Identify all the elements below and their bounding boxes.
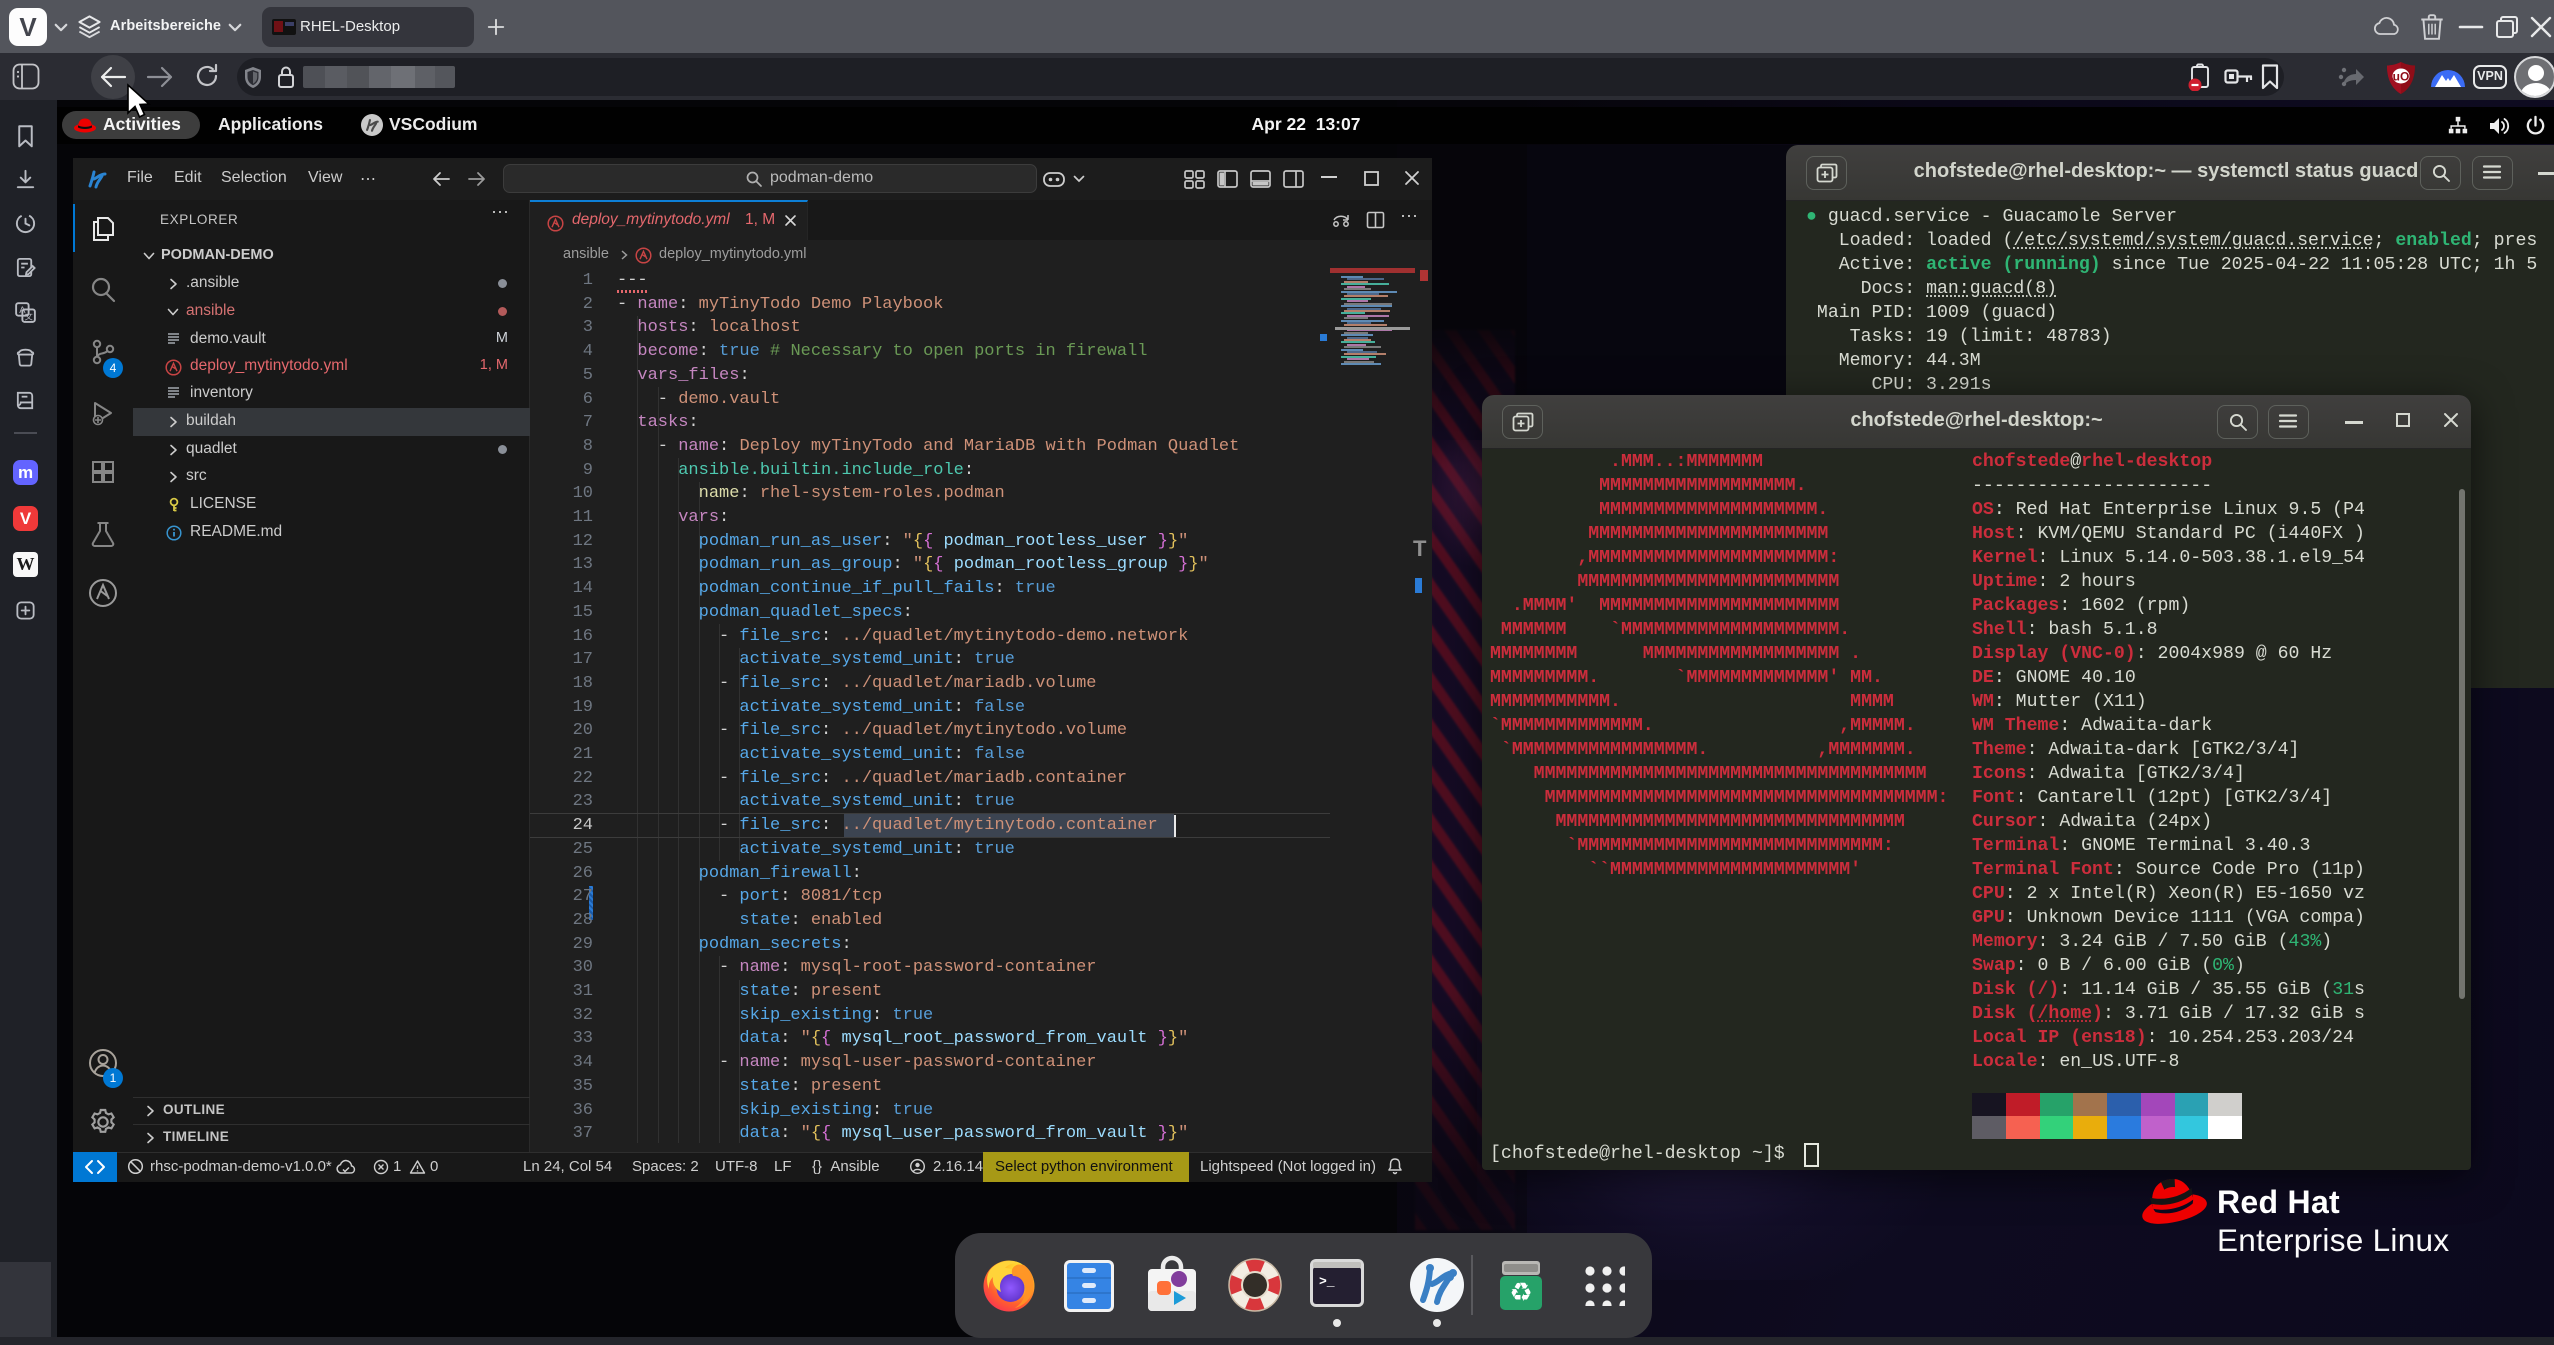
svg-text:uO: uO xyxy=(2393,70,2410,84)
svg-text:文: 文 xyxy=(24,311,33,321)
svg-text:♻: ♻ xyxy=(1509,1277,1532,1307)
svg-text:>_: >_ xyxy=(1319,1274,1335,1289)
